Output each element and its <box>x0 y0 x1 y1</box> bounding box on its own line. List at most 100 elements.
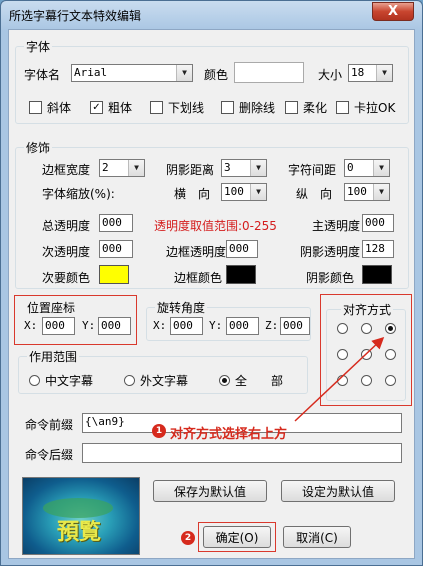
scale-v-label: 纵 向 <box>296 187 333 201</box>
radio-dot[interactable] <box>124 375 135 386</box>
karaoke-checkbox[interactable]: 卡拉OK <box>336 99 395 116</box>
checkbox-box[interactable] <box>29 101 42 114</box>
secondary-alpha-input[interactable]: 000 <box>99 240 133 258</box>
cancel-button[interactable]: 取消(C) <box>283 526 351 548</box>
shadow-distance-combo[interactable]: 3 ▼ <box>221 159 267 177</box>
align-top-left-radio[interactable] <box>337 323 353 334</box>
chevron-down-icon[interactable]: ▼ <box>128 160 144 176</box>
font-name-label: 字体名 <box>24 68 61 82</box>
strikeout-checkbox[interactable]: 删除线 <box>221 99 275 116</box>
align-top-center-radio[interactable] <box>361 323 377 334</box>
align-middle-left-radio[interactable] <box>337 349 353 360</box>
decor-group-legend: 修饰 <box>24 139 53 156</box>
preview-text: 預覧 <box>57 520 102 545</box>
strikeout-label: 删除线 <box>239 101 276 115</box>
radio-dot[interactable] <box>361 349 372 360</box>
bold-label: 粗体 <box>108 101 133 115</box>
scope-chinese-radio[interactable]: 中文字幕 <box>29 372 93 389</box>
secondary-color-label: 次要颜色 <box>42 271 91 285</box>
rotation-z-label: Z: <box>265 319 279 332</box>
font-color-label: 颜色 <box>204 68 229 82</box>
command-prefix-label: 命令前缀 <box>25 418 74 432</box>
char-spacing-label: 字符间距 <box>288 163 337 177</box>
border-color-label: 边框颜色 <box>174 271 223 285</box>
primary-alpha-input[interactable]: 000 <box>362 214 394 232</box>
checkbox-box[interactable] <box>150 101 163 114</box>
ok-button[interactable]: 确定(O) <box>203 526 271 548</box>
radio-dot[interactable] <box>29 375 40 386</box>
align-bottom-left-radio[interactable] <box>337 375 353 386</box>
border-color-swatch[interactable] <box>226 265 256 284</box>
radio-dot[interactable] <box>385 375 396 386</box>
annotation-badge-2: 2 <box>181 531 195 545</box>
scope-all-label: 全 部 <box>235 374 284 388</box>
radio-dot[interactable] <box>337 349 348 360</box>
border-width-combo[interactable]: 2 ▼ <box>99 159 145 177</box>
checkbox-box[interactable] <box>285 101 298 114</box>
shadow-distance-value: 3 <box>224 161 231 174</box>
align-bottom-center-radio[interactable] <box>361 375 377 386</box>
radio-dot[interactable] <box>337 375 348 386</box>
scope-all-radio[interactable]: 全 部 <box>219 372 283 389</box>
radio-dot[interactable] <box>219 375 230 386</box>
char-spacing-combo[interactable]: 0 ▼ <box>344 159 390 177</box>
rotation-y-input[interactable]: 000 <box>226 317 259 335</box>
shadow-alpha-input[interactable]: 128 <box>362 240 394 258</box>
checkbox-box[interactable] <box>336 101 349 114</box>
shadow-distance-label: 阴影距离 <box>166 163 215 177</box>
set-default-button[interactable]: 设定为默认值 <box>281 480 395 502</box>
save-default-button[interactable]: 保存为默认值 <box>153 480 267 502</box>
position-y-input[interactable]: 000 <box>98 317 131 335</box>
preview-image: 預覧 <box>22 477 140 555</box>
shadow-color-swatch[interactable] <box>362 265 392 284</box>
font-size-combo[interactable]: 18 ▼ <box>348 64 393 82</box>
radio-dot[interactable] <box>385 349 396 360</box>
border-width-label: 边框宽度 <box>42 163 91 177</box>
scope-group-legend: 作用范围 <box>27 348 80 365</box>
checkbox-box[interactable]: ✓ <box>90 101 103 114</box>
karaoke-label: 卡拉OK <box>354 101 396 115</box>
radio-dot[interactable] <box>361 375 372 386</box>
rotation-x-input[interactable]: 000 <box>170 317 203 335</box>
scope-foreign-radio[interactable]: 外文字幕 <box>124 372 188 389</box>
scale-h-combo[interactable]: 100 ▼ <box>221 183 267 201</box>
italic-checkbox[interactable]: 斜体 <box>29 99 71 116</box>
align-top-right-radio[interactable] <box>385 323 401 334</box>
blur-checkbox[interactable]: 柔化 <box>285 99 327 116</box>
chevron-down-icon[interactable]: ▼ <box>250 184 266 200</box>
chevron-down-icon[interactable]: ▼ <box>176 65 192 81</box>
font-color-swatch[interactable] <box>234 62 304 83</box>
font-size-label: 大小 <box>318 68 343 82</box>
scope-chinese-label: 中文字幕 <box>45 374 94 388</box>
checkbox-box[interactable] <box>221 101 234 114</box>
position-x-input[interactable]: 000 <box>42 317 75 335</box>
close-button[interactable]: X <box>372 2 414 21</box>
align-bottom-right-radio[interactable] <box>385 375 401 386</box>
radio-dot[interactable] <box>337 323 348 334</box>
rotation-z-input[interactable]: 000 <box>280 317 310 335</box>
align-middle-right-radio[interactable] <box>385 349 401 360</box>
scale-label: 字体缩放(%): <box>42 187 115 201</box>
shadow-alpha-label: 阴影透明度 <box>300 245 361 259</box>
annotation-badge-1: 1 <box>152 424 166 438</box>
radio-dot[interactable] <box>361 323 372 334</box>
radio-dot[interactable] <box>385 323 396 334</box>
align-middle-center-radio[interactable] <box>361 349 377 360</box>
chevron-down-icon[interactable]: ▼ <box>376 65 392 81</box>
italic-label: 斜体 <box>47 101 72 115</box>
border-alpha-input[interactable]: 000 <box>226 240 258 258</box>
total-alpha-input[interactable]: 000 <box>99 214 133 232</box>
chevron-down-icon[interactable]: ▼ <box>373 184 389 200</box>
chevron-down-icon[interactable]: ▼ <box>373 160 389 176</box>
total-alpha-label: 总透明度 <box>42 219 91 233</box>
command-suffix-input[interactable] <box>82 443 402 463</box>
scale-v-combo[interactable]: 100 ▼ <box>344 183 390 201</box>
rotation-group-legend: 旋转角度 <box>155 299 208 316</box>
font-name-combo[interactable]: Arial ▼ <box>71 64 193 82</box>
underline-checkbox[interactable]: 下划线 <box>150 99 204 116</box>
chevron-down-icon[interactable]: ▼ <box>250 160 266 176</box>
rotation-x-label: X: <box>153 319 167 332</box>
annotation-text-1: 对齐方式选择右上方 <box>170 427 288 442</box>
secondary-color-swatch[interactable] <box>99 265 129 284</box>
bold-checkbox[interactable]: ✓ 粗体 <box>90 99 132 116</box>
